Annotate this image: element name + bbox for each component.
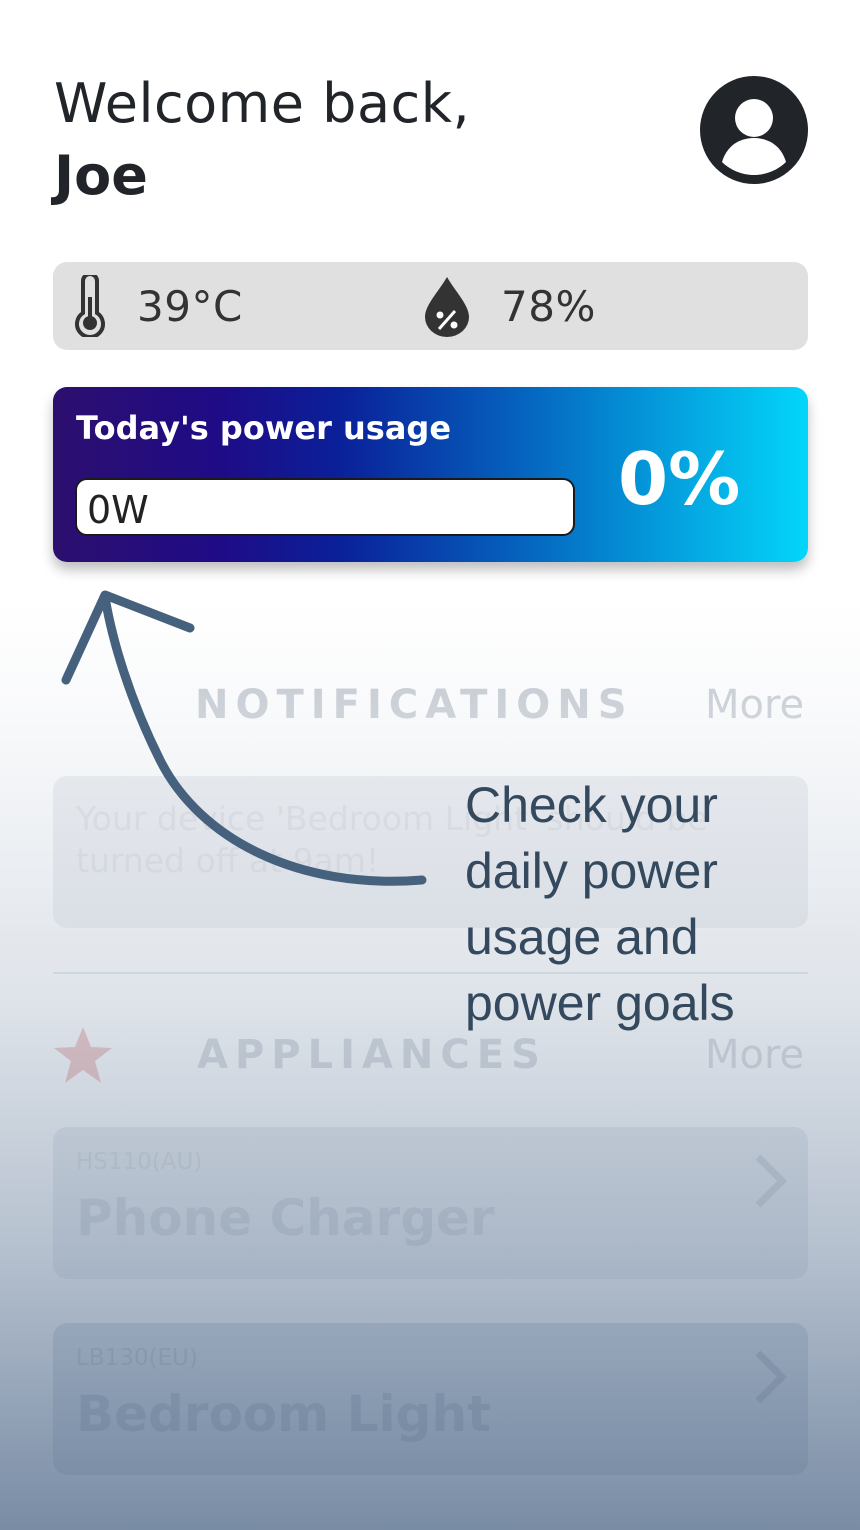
chevron-right-icon [755,1154,787,1208]
coach-line: Check your [465,777,718,833]
appliance-card[interactable]: LB130(EU) Bedroom Light [53,1323,808,1475]
appliance-name: Bedroom Light [76,1385,491,1443]
coach-line: usage and [465,909,699,965]
coach-mark-text: Check your daily power usage and power g… [465,772,805,1036]
appliance-model: HS110(AU) [76,1149,203,1175]
coach-line: daily power [465,843,718,899]
appliances-header: APPLIANCES [197,1032,547,1078]
chevron-right-icon [755,1350,787,1404]
appliance-name: Phone Charger [76,1189,495,1247]
dashboard-lower: NOTIFICATIONS More Your device 'Bedroom … [0,0,860,1530]
coach-line: power goals [465,975,735,1031]
star-icon[interactable] [52,1025,114,1085]
appliance-card[interactable]: HS110(AU) Phone Charger [53,1127,808,1279]
notifications-more-link[interactable]: More [705,682,804,728]
appliances-more-link[interactable]: More [705,1032,804,1078]
notifications-header: NOTIFICATIONS [195,682,634,728]
appliance-model: LB130(EU) [76,1345,198,1371]
